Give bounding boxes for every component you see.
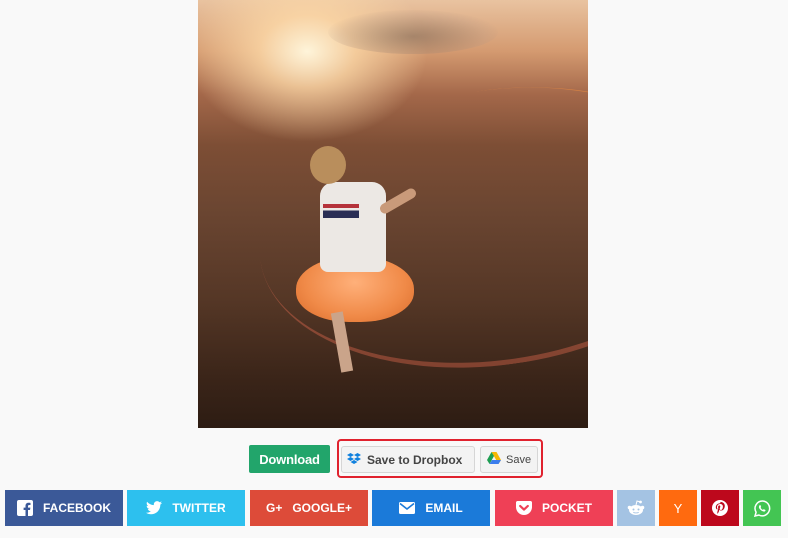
save-to-dropbox-label: Save to Dropbox <box>367 452 463 467</box>
google-plus-icon: G+ <box>265 501 283 515</box>
share-facebook-label: FACEBOOK <box>42 501 111 515</box>
save-to-drive-button[interactable]: Save <box>480 446 538 473</box>
share-whatsapp-button[interactable] <box>743 490 781 526</box>
pocket-icon <box>515 500 532 516</box>
dropbox-icon <box>347 452 361 468</box>
google-drive-icon <box>487 452 501 467</box>
share-twitter-label: TWITTER <box>172 501 226 515</box>
main-photo <box>198 0 588 428</box>
share-reddit-button[interactable] <box>617 490 655 526</box>
share-twitter-button[interactable]: TWITTER <box>127 490 245 526</box>
share-email-label: EMAIL <box>425 501 463 515</box>
save-to-drive-label: Save <box>506 453 532 466</box>
share-pinterest-button[interactable] <box>701 490 739 526</box>
share-google-plus-label: GOOGLE+ <box>292 501 353 515</box>
pinterest-icon <box>712 500 728 516</box>
reddit-icon <box>627 500 645 516</box>
share-pocket-label: POCKET <box>541 501 592 515</box>
twitter-icon <box>146 501 163 515</box>
share-hackernews-button[interactable]: Y <box>659 490 697 526</box>
share-email-button[interactable]: EMAIL <box>372 490 490 526</box>
hackernews-icon: Y <box>673 500 683 516</box>
share-pocket-button[interactable]: POCKET <box>495 490 613 526</box>
facebook-icon <box>16 500 33 516</box>
save-to-dropbox-button[interactable]: Save to Dropbox <box>341 446 475 473</box>
whatsapp-icon <box>753 499 771 517</box>
share-google-plus-button[interactable]: G+ GOOGLE+ <box>250 490 368 526</box>
share-facebook-button[interactable]: FACEBOOK <box>5 490 123 526</box>
download-button[interactable]: Download <box>249 445 330 473</box>
email-icon <box>399 502 416 514</box>
